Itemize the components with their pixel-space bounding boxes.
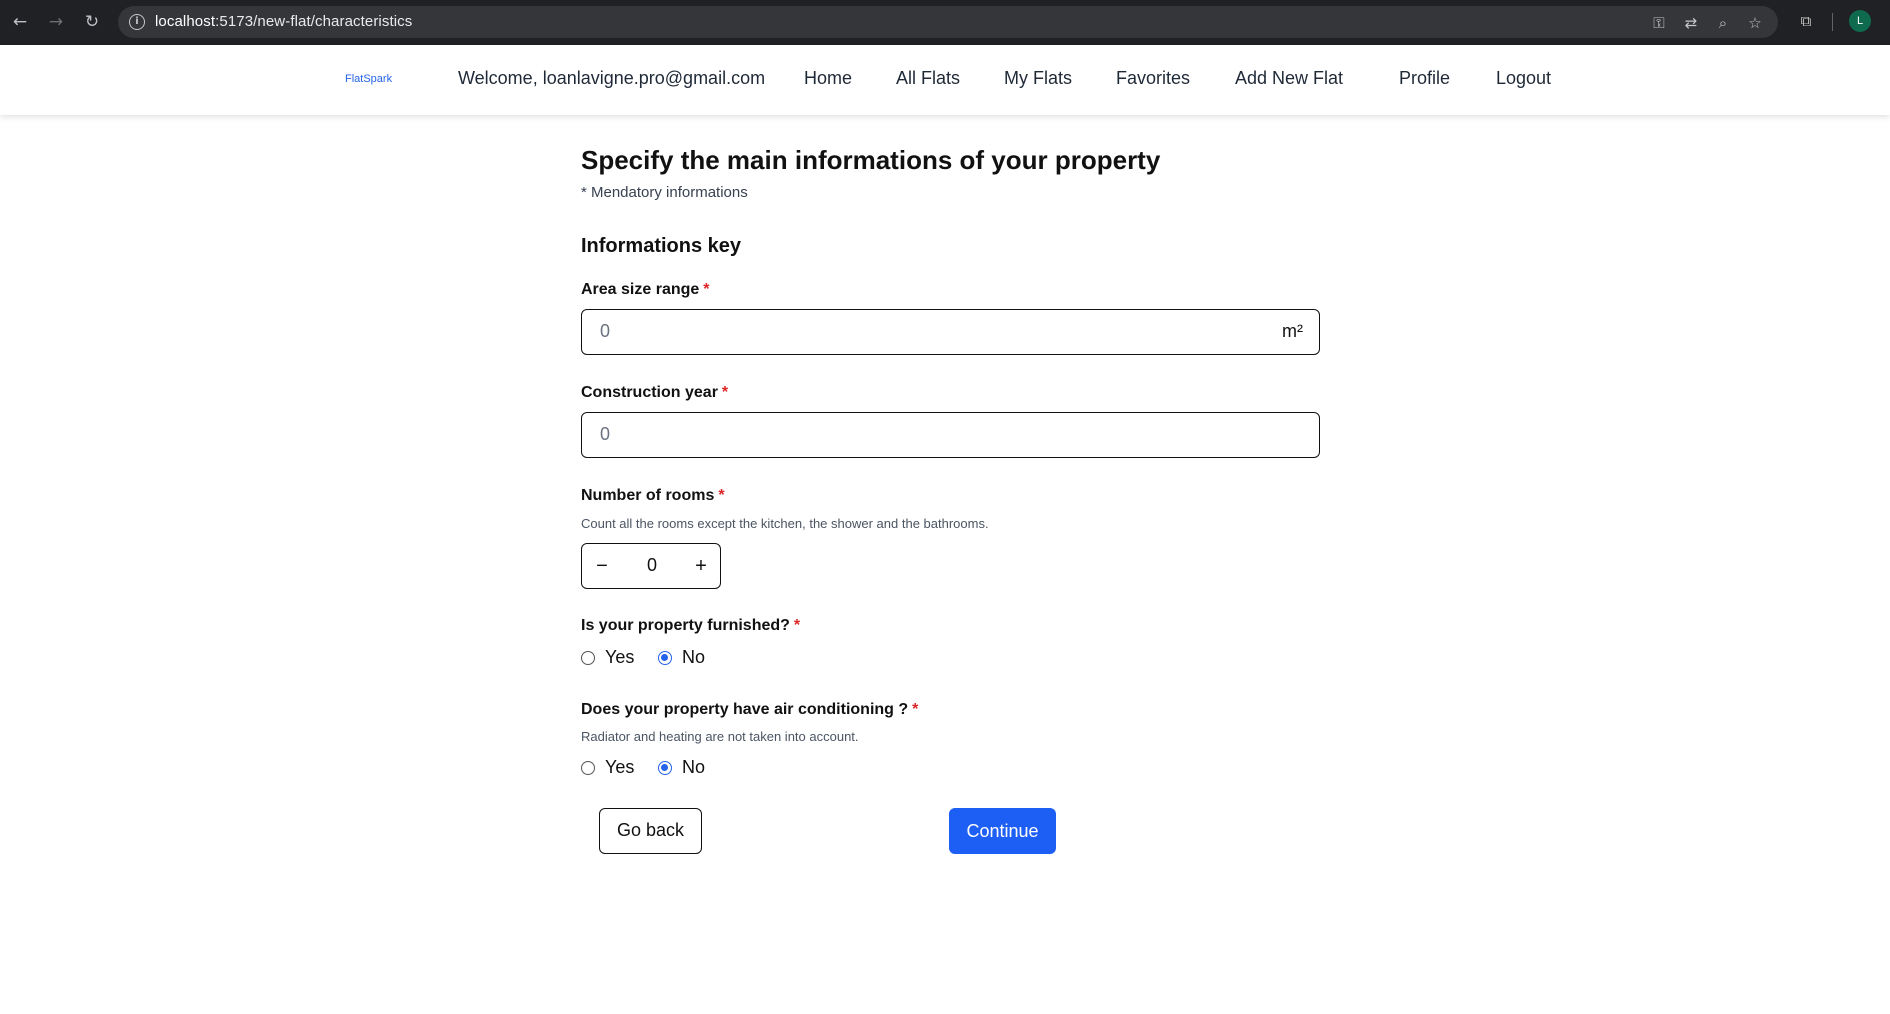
extensions-puzzle-icon[interactable]: ⧉ — [1796, 11, 1816, 31]
toolbar-divider — [1832, 13, 1833, 31]
construction-year-input[interactable] — [600, 413, 1240, 456]
furnished-label: Is your property furnished? * — [581, 617, 801, 634]
address-bar[interactable]: i localhost:5173/new-flat/characteristic… — [118, 6, 1778, 38]
rooms-stepper: − 0 + — [581, 543, 721, 589]
air-conditioning-label: Does your property have air conditioning… — [581, 701, 919, 718]
air-conditioning-hint: Radiator and heating are not taken into … — [581, 729, 859, 744]
furnished-no-radio[interactable] — [658, 651, 672, 665]
air-conditioning-yes-radio[interactable] — [581, 761, 595, 775]
browser-toolbar: ← → ↻ i localhost:5173/new-flat/characte… — [0, 0, 1890, 45]
rooms-label: Number of rooms * — [581, 487, 725, 504]
area-input[interactable] — [600, 310, 1240, 353]
required-mark: * — [793, 617, 801, 634]
required-mark: * — [718, 487, 725, 504]
bookmark-star-icon[interactable]: ☆ — [1746, 14, 1764, 32]
nav-home[interactable]: Home — [804, 68, 852, 89]
decrement-button[interactable]: − — [587, 552, 617, 580]
required-mark: * — [721, 384, 729, 401]
welcome-text: Welcome, loanlavigne.pro@gmail.com — [458, 68, 766, 88]
area-unit: m² — [1282, 321, 1303, 341]
air-conditioning-no-radio[interactable] — [658, 761, 672, 775]
go-back-button[interactable]: Go back — [599, 808, 702, 854]
nav-add-new-flat[interactable]: Add New Flat — [1235, 68, 1343, 89]
required-mark: * — [703, 281, 710, 298]
continue-button[interactable]: Continue — [949, 808, 1056, 854]
nav-favorites[interactable]: Favorites — [1116, 68, 1190, 89]
radio-label: Yes — [605, 647, 635, 667]
forward-arrow-icon[interactable]: → — [45, 11, 67, 33]
nav-logout[interactable]: Logout — [1496, 68, 1551, 89]
password-key-icon[interactable]: ⚿ — [1650, 14, 1668, 32]
area-label: Area size range * — [581, 281, 710, 298]
construction-year-field[interactable] — [581, 412, 1320, 458]
radio-label: No — [682, 647, 706, 667]
required-mark: * — [912, 701, 919, 718]
construction-year-label: Construction year * — [581, 384, 729, 401]
furnished-yes-radio[interactable] — [581, 651, 595, 665]
nav-all-flats[interactable]: All Flats — [896, 68, 960, 89]
translate-icon[interactable]: ⇄ — [1682, 14, 1700, 32]
radio-label: No — [682, 757, 706, 777]
profile-avatar[interactable]: L — [1849, 10, 1871, 32]
section-title: Informations key — [581, 235, 742, 257]
app-header: FlatSpark Welcome, loanlavigne.pro@gmail… — [0, 45, 1890, 115]
area-field[interactable]: m² — [581, 309, 1320, 355]
address-url[interactable]: localhost:5173/new-flat/characteristics — [155, 13, 412, 30]
nav-my-flats[interactable]: My Flats — [1004, 68, 1072, 89]
logo[interactable]: FlatSpark — [345, 73, 392, 85]
reload-icon[interactable]: ↻ — [81, 11, 103, 33]
back-arrow-icon[interactable]: ← — [9, 11, 31, 33]
mandatory-note: * Mendatory informations — [581, 184, 748, 201]
nav-profile[interactable]: Profile — [1399, 68, 1450, 89]
page-title: Specify the main informations of your pr… — [581, 145, 1161, 175]
radio-label: Yes — [605, 757, 635, 777]
rooms-value[interactable]: 0 — [632, 555, 672, 576]
zoom-icon[interactable]: ⌕ — [1714, 14, 1732, 32]
increment-button[interactable]: + — [686, 552, 716, 580]
rooms-hint: Count all the rooms except the kitchen, … — [581, 516, 989, 531]
site-info-icon[interactable]: i — [129, 14, 145, 30]
